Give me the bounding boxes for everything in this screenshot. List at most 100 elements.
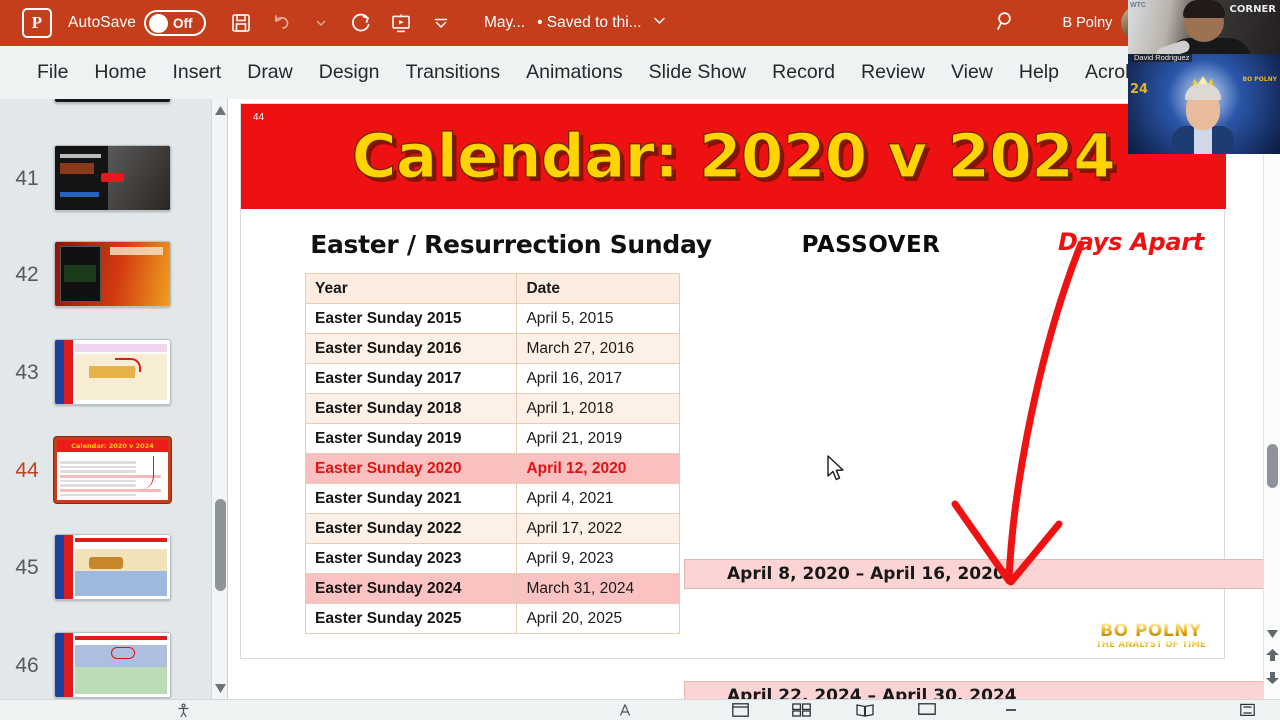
search-icon[interactable]	[994, 9, 1018, 38]
header-passover: PASSOVER	[801, 232, 941, 258]
customize-quick-access-icon[interactable]	[424, 6, 458, 40]
save-icon[interactable]	[224, 6, 258, 40]
thumbnail-preview	[55, 99, 170, 102]
tab-view[interactable]: View	[938, 61, 1006, 84]
tab-file[interactable]: File	[24, 61, 81, 84]
start-presentation-icon[interactable]	[384, 6, 418, 40]
tab-review[interactable]: Review	[848, 61, 938, 84]
cell-date: April 20, 2025	[516, 603, 680, 634]
cell-year: Easter Sunday 2025	[304, 603, 518, 634]
tab-draw[interactable]: Draw	[234, 61, 306, 84]
list-item[interactable]	[0, 99, 212, 103]
list-item[interactable]: 42	[0, 241, 212, 307]
webcam-watermark: WTC	[1130, 2, 1146, 9]
easter-dates-table: Year Date Easter Sunday 2015 April 5, 201…	[304, 273, 680, 634]
header-easter: Easter / Resurrection Sunday	[310, 230, 712, 259]
cell-year: Easter Sunday 2022	[304, 513, 518, 544]
fit-slide-icon[interactable]	[1240, 703, 1255, 720]
webcam-right-graphic: BO POLNY	[1242, 76, 1277, 83]
cell-date: March 27, 2016	[516, 333, 680, 364]
webcam-overlay-bottom[interactable]: David Rodriguez 24 BO POLNY	[1128, 54, 1280, 154]
webcam-person-hair	[1185, 84, 1221, 100]
thumbnail-preview	[55, 340, 170, 404]
vertical-scroll-thumb[interactable]	[1267, 444, 1278, 488]
next-slide-icon[interactable]	[1266, 671, 1279, 689]
webcam-person-hair	[1183, 0, 1225, 18]
scroll-up-small-icon[interactable]	[1267, 625, 1278, 643]
tab-slide-show[interactable]: Slide Show	[636, 61, 760, 84]
table-row: Easter Sunday 2017 April 16, 2017	[304, 363, 680, 394]
slide-thumbnail-pane[interactable]: 41 42 43 44 Calendar: 2020 v 2024 45 46	[0, 99, 228, 699]
thumbnail-scroll-thumb[interactable]	[215, 499, 226, 591]
previous-slide-icon[interactable]	[1266, 648, 1279, 666]
autosave-toggle-knob	[149, 13, 169, 33]
zoom-out-icon[interactable]	[1005, 703, 1017, 720]
undo-dropdown-icon[interactable]	[304, 6, 338, 40]
webcam-left-graphic: 24	[1130, 82, 1149, 97]
list-item[interactable]: 41	[0, 145, 212, 211]
quick-access-toolbar	[224, 6, 458, 40]
slide-thumbnail[interactable]	[54, 99, 171, 103]
list-item[interactable]: 45	[0, 534, 212, 600]
column-header-year: Year	[304, 273, 518, 304]
slide-thumbnail[interactable]	[54, 339, 171, 405]
cell-date: April 17, 2022	[516, 513, 680, 544]
logo-line-2: THE ANALYST OF TIME	[1095, 640, 1206, 651]
slide-editing-area[interactable]: 44 Calendar: 2020 v 2024 Easter / Resurr…	[228, 99, 1280, 711]
cell-year: Easter Sunday 2017	[304, 363, 518, 394]
list-item[interactable]: 46	[0, 632, 212, 698]
list-item[interactable]: 44 Calendar: 2020 v 2024	[0, 437, 212, 503]
tab-home[interactable]: Home	[81, 61, 159, 84]
redo-icon[interactable]	[344, 6, 378, 40]
slide-nav-buttons	[1264, 625, 1280, 689]
webcam-person-shirt	[1194, 126, 1212, 154]
chevron-down-icon[interactable]	[652, 13, 667, 33]
autosave-toggle[interactable]: Off	[144, 10, 207, 36]
slide-area-scrollbar[interactable]	[1263, 99, 1280, 699]
table-row: Easter Sunday 2022 April 17, 2022	[304, 513, 680, 544]
cell-date: April 9, 2023	[516, 543, 680, 574]
saved-state-label[interactable]: • Saved to thi...	[537, 14, 642, 32]
cell-year: Easter Sunday 2021	[304, 483, 518, 514]
cell-date: April 12, 2020	[516, 453, 680, 484]
slide-sorter-icon[interactable]	[792, 703, 811, 720]
table-row-highlight-2020: Easter Sunday 2020 April 12, 2020	[304, 453, 680, 484]
tab-design[interactable]: Design	[306, 61, 393, 84]
cell-year: Easter Sunday 2015	[304, 303, 518, 334]
thumbnail-pane-scrollbar[interactable]	[211, 99, 227, 699]
slide-thumbnail[interactable]	[54, 241, 171, 307]
slide-show-view-icon[interactable]	[918, 703, 936, 720]
user-name-label[interactable]: B Polny	[1062, 15, 1112, 31]
passover-dates-2020: April 8, 2020 – April 16, 2020	[727, 564, 1005, 584]
header-days-apart: Days Apart	[1058, 228, 1204, 256]
normal-view-icon[interactable]	[732, 703, 749, 720]
thumbnail-preview	[55, 633, 170, 697]
reading-view-icon[interactable]	[856, 703, 874, 720]
slide-thumbnail[interactable]	[54, 534, 171, 600]
slide-number: 41	[15, 167, 39, 190]
thumbnail-preview	[55, 242, 170, 306]
slide-thumbnail[interactable]	[54, 145, 171, 211]
tab-insert[interactable]: Insert	[159, 61, 234, 84]
slide-thumbnail-selected[interactable]: Calendar: 2020 v 2024	[54, 437, 171, 503]
slide-number: 45	[15, 556, 39, 579]
accessibility-icon[interactable]	[176, 703, 191, 720]
notes-icon[interactable]	[618, 703, 632, 720]
list-item[interactable]: 43	[0, 339, 212, 405]
powerpoint-icon[interactable]: P	[22, 8, 52, 38]
tab-record[interactable]: Record	[759, 61, 848, 84]
tab-transitions[interactable]: Transitions	[392, 61, 513, 84]
undo-icon[interactable]	[264, 6, 298, 40]
slide-number: 46	[15, 654, 39, 677]
tab-help[interactable]: Help	[1006, 61, 1072, 84]
table-row: Easter Sunday 2019 April 21, 2019	[304, 423, 680, 454]
slide-banner: 44 Calendar: 2020 v 2024	[241, 104, 1226, 209]
cell-year: Easter Sunday 2020	[304, 453, 518, 484]
current-slide[interactable]: 44 Calendar: 2020 v 2024 Easter / Resurr…	[240, 103, 1280, 711]
scroll-up-icon[interactable]	[212, 101, 227, 119]
scroll-down-icon[interactable]	[212, 679, 227, 697]
document-title[interactable]: May...	[484, 14, 525, 32]
tab-animations[interactable]: Animations	[513, 61, 635, 84]
slide-thumbnail[interactable]	[54, 632, 171, 698]
autosave-state-label: Off	[173, 15, 193, 31]
